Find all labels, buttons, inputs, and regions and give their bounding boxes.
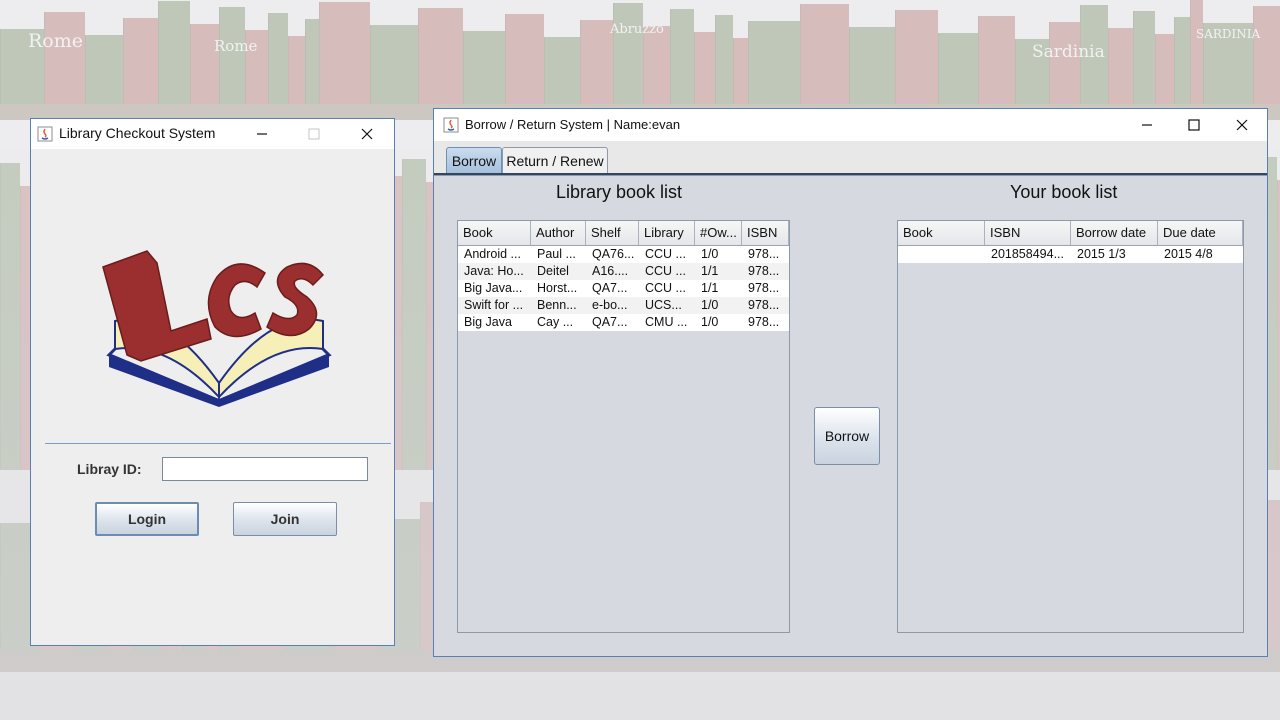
login-divider: [45, 443, 391, 444]
borrow-titlebar: Borrow / Return System | Name:evan: [434, 109, 1267, 141]
column-header[interactable]: Book: [898, 221, 985, 245]
close-button[interactable]: [1219, 110, 1265, 140]
table-cell: 1/1: [701, 281, 719, 295]
table-cell: Big Java...: [464, 281, 523, 295]
table-cell: 978...: [748, 281, 780, 295]
table-cell: e-bo...: [592, 298, 628, 312]
table-row[interactable]: Big Java... Horst... QA7... CCU ... 1/1 978..…: [458, 280, 789, 297]
login-window: Library Checkout System Libray ID: Login…: [30, 118, 395, 646]
table-row[interactable]: Big Java Cay ... QA7... CMU ... 1/0 978...: [458, 314, 789, 331]
your-table-body: 201858494... 2015 1/3 2015 4/8: [898, 246, 1243, 263]
column-header[interactable]: Book: [458, 221, 531, 245]
table-row[interactable]: Android ... Paul ... QA76... CCU ... 1/0 978.…: [458, 246, 789, 263]
spine-label: Abruzzo: [610, 22, 664, 37]
table-cell: 978...: [748, 298, 780, 312]
login-window-title: Library Checkout System: [59, 125, 216, 141]
login-titlebar: Library Checkout System: [31, 119, 394, 149]
minimize-button[interactable]: [239, 119, 285, 149]
table-cell: 1/0: [701, 298, 719, 312]
table-cell: Cay ...: [537, 315, 574, 329]
table-cell: 2015 4/8: [1164, 247, 1213, 261]
join-button[interactable]: Join: [233, 502, 337, 536]
table-cell: CMU ...: [645, 315, 688, 329]
close-button[interactable]: [344, 119, 390, 149]
table-cell: A16....: [592, 264, 629, 278]
table-cell: 201858494...: [991, 247, 1064, 261]
maximize-icon: [308, 128, 320, 140]
table-cell: Paul ...: [537, 247, 576, 261]
table-cell: QA76...: [592, 247, 635, 261]
library-table-body: Android ... Paul ... QA76... CCU ... 1/0 978.…: [458, 246, 789, 331]
your-book-list-title: Your book list: [1010, 182, 1118, 202]
table-cell: 1/0: [701, 247, 719, 261]
table-cell: Benn...: [537, 298, 577, 312]
table-cell: QA7...: [592, 281, 628, 295]
column-header[interactable]: Library: [639, 221, 695, 245]
maximize-button-disabled: [291, 119, 337, 149]
library-table-header: Book Author Shelf Library #Ow... ISBN: [458, 221, 789, 246]
spine-label: Rome: [214, 37, 258, 55]
library-id-input[interactable]: [162, 457, 368, 481]
tab-divider: [434, 173, 1267, 176]
library-id-label: Libray ID:: [77, 461, 142, 477]
borrow-window-title: Borrow / Return System | Name:evan: [465, 117, 681, 132]
table-cell: Java: Ho...: [464, 264, 524, 278]
borrow-button[interactable]: Borrow: [814, 407, 880, 465]
spine-label: SARDINIA: [1196, 27, 1261, 41]
close-icon: [361, 128, 373, 140]
table-row[interactable]: 201858494... 2015 1/3 2015 4/8: [898, 246, 1243, 263]
column-header[interactable]: ISBN: [742, 221, 789, 245]
your-table-header: Book ISBN Borrow date Due date: [898, 221, 1243, 246]
column-header[interactable]: Due date: [1158, 221, 1243, 245]
lcs-logo-icon: [102, 250, 332, 407]
table-cell: 978...: [748, 315, 780, 329]
table-row[interactable]: Java: Ho... Deitel A16.... CCU ... 1/1 978...: [458, 263, 789, 280]
table-cell: Big Java: [464, 315, 512, 329]
column-header[interactable]: #Ow...: [695, 221, 742, 245]
table-cell: CCU ...: [645, 247, 686, 261]
table-cell: Swift for ...: [464, 298, 524, 312]
table-cell: UCS...: [645, 298, 682, 312]
minimize-icon: [1142, 124, 1152, 126]
table-cell: CCU ...: [645, 264, 686, 278]
tab-borrow[interactable]: Borrow: [446, 147, 502, 173]
spine-label: Rome: [28, 30, 84, 52]
table-cell: 978...: [748, 247, 780, 261]
table-cell: CCU ...: [645, 281, 686, 295]
spine-label: Sardinia: [1032, 42, 1105, 62]
table-row[interactable]: Swift for ... Benn... e-bo... UCS... 1/0 978.…: [458, 297, 789, 314]
table-cell: 978...: [748, 264, 780, 278]
minimize-icon: [257, 133, 267, 135]
maximize-icon: [1188, 119, 1200, 131]
your-book-table[interactable]: Book ISBN Borrow date Due date 201858494...…: [897, 220, 1244, 633]
table-cell: Android ...: [464, 247, 521, 261]
java-app-icon: [443, 117, 459, 133]
column-header[interactable]: Author: [531, 221, 586, 245]
column-header[interactable]: Shelf: [586, 221, 639, 245]
table-cell: 1/0: [701, 315, 719, 329]
table-cell: Deitel: [537, 264, 569, 278]
login-button[interactable]: Login: [95, 502, 199, 536]
tab-strip: Borrow Return / Renew: [434, 141, 1267, 175]
borrow-return-window: Borrow / Return System | Name:evan Borro…: [433, 108, 1268, 657]
tab-return-renew[interactable]: Return / Renew: [502, 147, 608, 173]
library-book-list-title: Library book list: [556, 182, 683, 202]
close-icon: [1236, 119, 1248, 131]
column-header[interactable]: Borrow date: [1071, 221, 1158, 245]
table-cell: 1/1: [701, 264, 719, 278]
table-cell: QA7...: [592, 315, 628, 329]
table-cell: Horst...: [537, 281, 578, 295]
java-app-icon: [37, 126, 53, 142]
table-cell: [898, 246, 985, 263]
column-header[interactable]: ISBN: [985, 221, 1071, 245]
maximize-button[interactable]: [1171, 110, 1217, 140]
table-cell: 2015 1/3: [1077, 247, 1126, 261]
library-book-table[interactable]: Book Author Shelf Library #Ow... ISBN Android…: [457, 220, 790, 633]
minimize-button[interactable]: [1124, 110, 1170, 140]
